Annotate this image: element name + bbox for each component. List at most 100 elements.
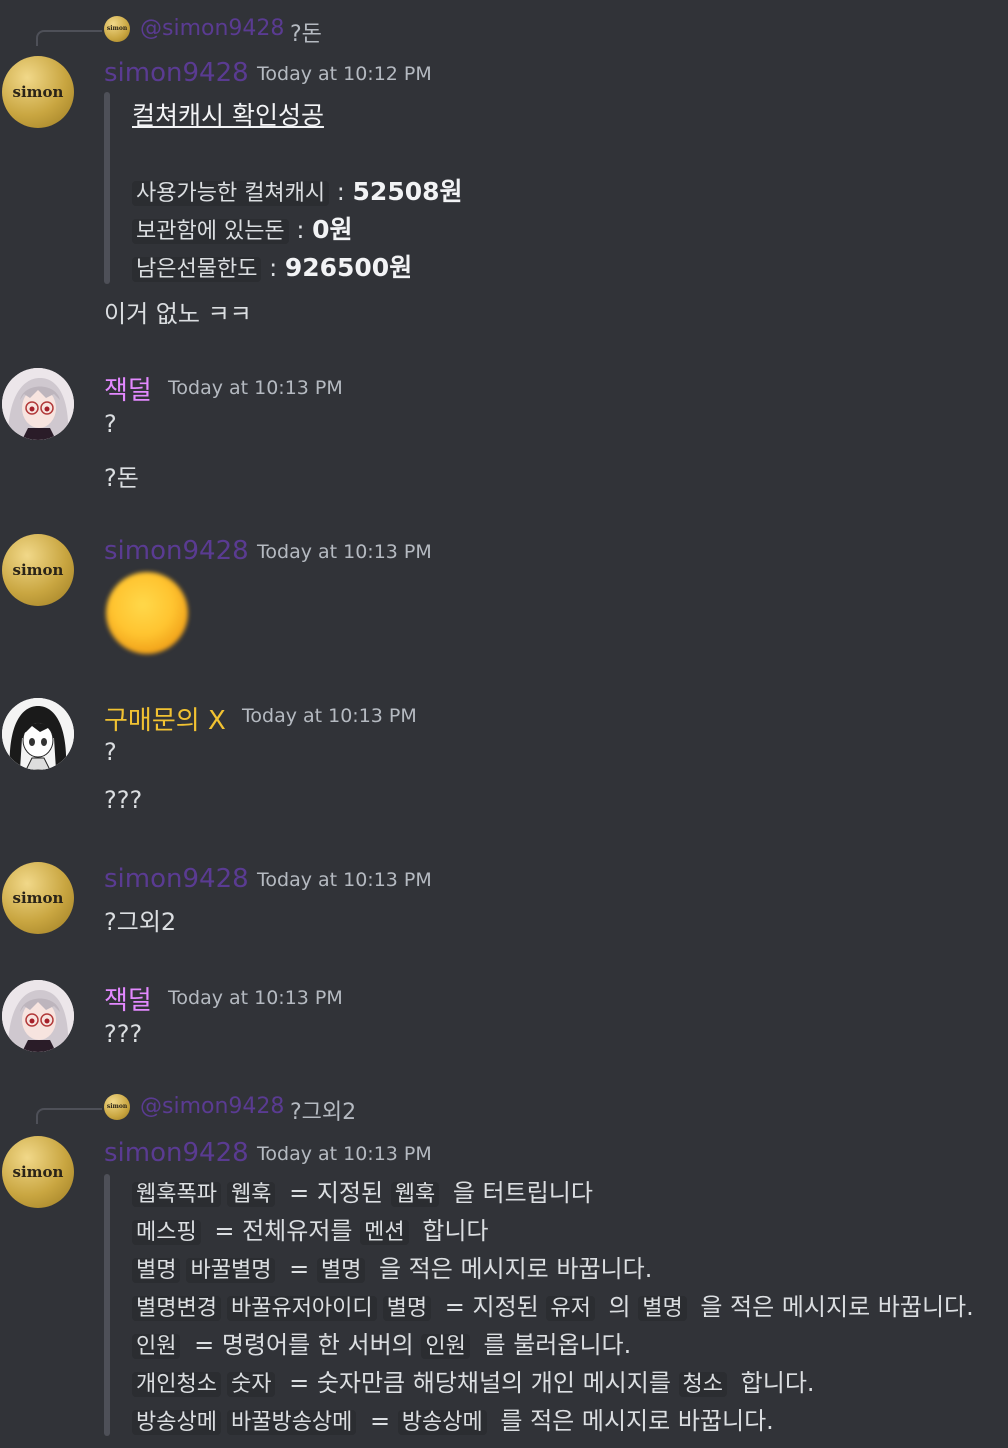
- message-text: 이거 없노 ㅋㅋ: [104, 300, 252, 328]
- command-text: =: [362, 1407, 398, 1435]
- inline-code: 별명변경: [132, 1296, 221, 1321]
- author-name[interactable]: simon9428: [104, 1138, 249, 1168]
- embed-row: 남은선물한도 : 926500원: [132, 248, 412, 284]
- command-line: 별명 바꿀별명 = 별명 을 적은 메시지로 바꿉니다.: [132, 1252, 974, 1290]
- author-name[interactable]: 잭덜: [104, 370, 152, 407]
- command-text: 를 불러옵니다.: [475, 1331, 632, 1359]
- author-name[interactable]: simon9428: [104, 536, 249, 566]
- reply-author[interactable]: @simon9428: [140, 16, 284, 41]
- avatar[interactable]: simon: [2, 534, 74, 606]
- inline-code: 메스핑: [132, 1220, 201, 1245]
- command-text: = 지정된: [281, 1179, 391, 1207]
- command-line: 인원 = 명령어를 한 서버의 인원 를 불러옵니다.: [132, 1328, 974, 1366]
- command-text: 을 적은 메시지로 바꿉니다.: [692, 1293, 974, 1321]
- inline-code: 사용가능한 컬쳐캐시: [132, 181, 330, 206]
- inline-code: 별명: [638, 1296, 687, 1321]
- command-text: = 전체유저를: [206, 1217, 361, 1245]
- blockquote-bar: [104, 92, 110, 284]
- command-text: = 지정된: [437, 1293, 547, 1321]
- separator: :: [336, 178, 345, 206]
- timestamp: Today at 10:13 PM: [257, 541, 432, 563]
- inline-code: 별명: [316, 1258, 366, 1283]
- avatar[interactable]: simon: [2, 56, 74, 128]
- reply-preview[interactable]: ?돈: [290, 16, 322, 48]
- inline-code: 남은선물한도: [132, 257, 262, 282]
- command-line: 별명변경 바꿀유저아이디 별명 = 지정된 유저 의 별명 을 적은 메시지로 바꿉…: [132, 1290, 974, 1328]
- timestamp: Today at 10:13 PM: [242, 705, 417, 727]
- inline-code: 개인청소: [132, 1372, 221, 1397]
- avatar[interactable]: simon: [2, 862, 74, 934]
- command-line: 개인청소 숫자 = 숫자만큼 해당채널의 개인 메시지를 청소 합니다.: [132, 1366, 974, 1404]
- inline-code: 방송상메: [397, 1410, 487, 1435]
- inline-code: 청소: [678, 1372, 728, 1397]
- command-text: 의: [600, 1293, 639, 1321]
- reply-author[interactable]: @simon9428: [140, 1094, 284, 1119]
- embed-row: 보관함에 있는돈 : 0원: [132, 210, 352, 246]
- inline-code: 보관함에 있는돈: [132, 219, 289, 244]
- avatar-text: simon: [12, 83, 64, 101]
- command-text: 를 적은 메시지로 바꿉니다.: [492, 1407, 774, 1435]
- command-line: 메스핑 = 전체유저를 멘션 합니다: [132, 1214, 974, 1252]
- command-text: = 숫자만큼 해당채널의 개인 메시지를: [281, 1369, 679, 1397]
- inline-code: 멘션: [360, 1220, 409, 1245]
- timestamp: Today at 10:13 PM: [168, 377, 343, 399]
- author-name[interactable]: simon9428: [104, 58, 249, 88]
- message-text: ?: [104, 410, 117, 438]
- command-line: 방송상메 바꿀방송상메 = 방송상메 를 적은 메시지로 바꿉니다.: [132, 1404, 974, 1442]
- author-name[interactable]: 잭덜: [104, 980, 152, 1017]
- timestamp: Today at 10:13 PM: [257, 1143, 432, 1165]
- inline-code: 바꿀방송상메: [226, 1410, 357, 1435]
- avatar[interactable]: [2, 698, 74, 770]
- timestamp: Today at 10:13 PM: [257, 869, 432, 891]
- message-text: ???: [104, 786, 143, 814]
- inline-code: 웹훅폭파: [132, 1182, 221, 1207]
- command-text: 을 터트립니다: [445, 1179, 593, 1207]
- author-name[interactable]: simon9428: [104, 864, 249, 894]
- message-text: ???: [104, 1020, 143, 1048]
- reply-connector: [36, 30, 102, 46]
- command-list: 웹훅폭파 웹훅 = 지정된 웹훅 을 터트립니다 메스핑 = 전체유저를 멘션 합니…: [132, 1176, 974, 1442]
- author-name[interactable]: 구매문의 X: [104, 700, 226, 737]
- inline-code: 바꿀유저아이디: [226, 1296, 377, 1321]
- avatar[interactable]: [2, 368, 74, 440]
- blockquote-bar: [104, 1174, 110, 1436]
- inline-code: 숫자: [226, 1372, 276, 1397]
- timestamp: Today at 10:12 PM: [257, 63, 432, 85]
- avatar[interactable]: simon: [2, 1136, 74, 1208]
- avatar[interactable]: [2, 980, 74, 1052]
- embed-title: 컬쳐캐시 확인성공: [132, 101, 324, 130]
- command-line: 웹훅폭파 웹훅 = 지정된 웹훅 을 터트립니다: [132, 1176, 974, 1214]
- inline-code: 웹훅: [226, 1182, 276, 1207]
- inline-code: 별명: [132, 1258, 181, 1283]
- value: 52508원: [352, 177, 463, 206]
- anime-avatar-icon: [2, 698, 74, 770]
- separator: :: [296, 216, 305, 244]
- separator: :: [269, 254, 278, 282]
- message-text: ?: [104, 738, 117, 766]
- inline-code: 별명: [382, 1296, 432, 1321]
- command-text: 을 적은 메시지로 바꿉니다.: [371, 1255, 653, 1283]
- inline-code: 유저: [546, 1296, 595, 1321]
- reply-avatar[interactable]: simon: [104, 16, 130, 42]
- inline-code: 인원: [421, 1334, 470, 1359]
- command-text: 합니다.: [733, 1369, 815, 1397]
- value: 926500원: [284, 253, 413, 282]
- value: 0원: [312, 215, 353, 244]
- anime-avatar-icon: [2, 980, 74, 1052]
- avatar-text: simon: [12, 1163, 64, 1181]
- timestamp: Today at 10:13 PM: [168, 987, 343, 1009]
- anime-avatar-icon: [2, 368, 74, 440]
- inline-code: 웹훅: [390, 1182, 440, 1207]
- blurred-emoji-icon[interactable]: [106, 572, 188, 654]
- reply-avatar[interactable]: simon: [104, 1094, 130, 1120]
- avatar-text: simon: [12, 561, 64, 579]
- reply-preview[interactable]: ?그외2: [290, 1094, 356, 1126]
- inline-code: 방송상메: [132, 1410, 221, 1435]
- inline-code: 인원: [132, 1334, 181, 1359]
- inline-code: 바꿀별명: [186, 1258, 276, 1283]
- message-text: ?그외2: [104, 908, 177, 936]
- embed-row: 사용가능한 컬쳐캐시 : 52508원: [132, 172, 463, 208]
- command-text: = 명령어를 한 서버의: [186, 1331, 422, 1359]
- avatar-text: simon: [12, 889, 64, 907]
- command-text: =: [281, 1255, 317, 1283]
